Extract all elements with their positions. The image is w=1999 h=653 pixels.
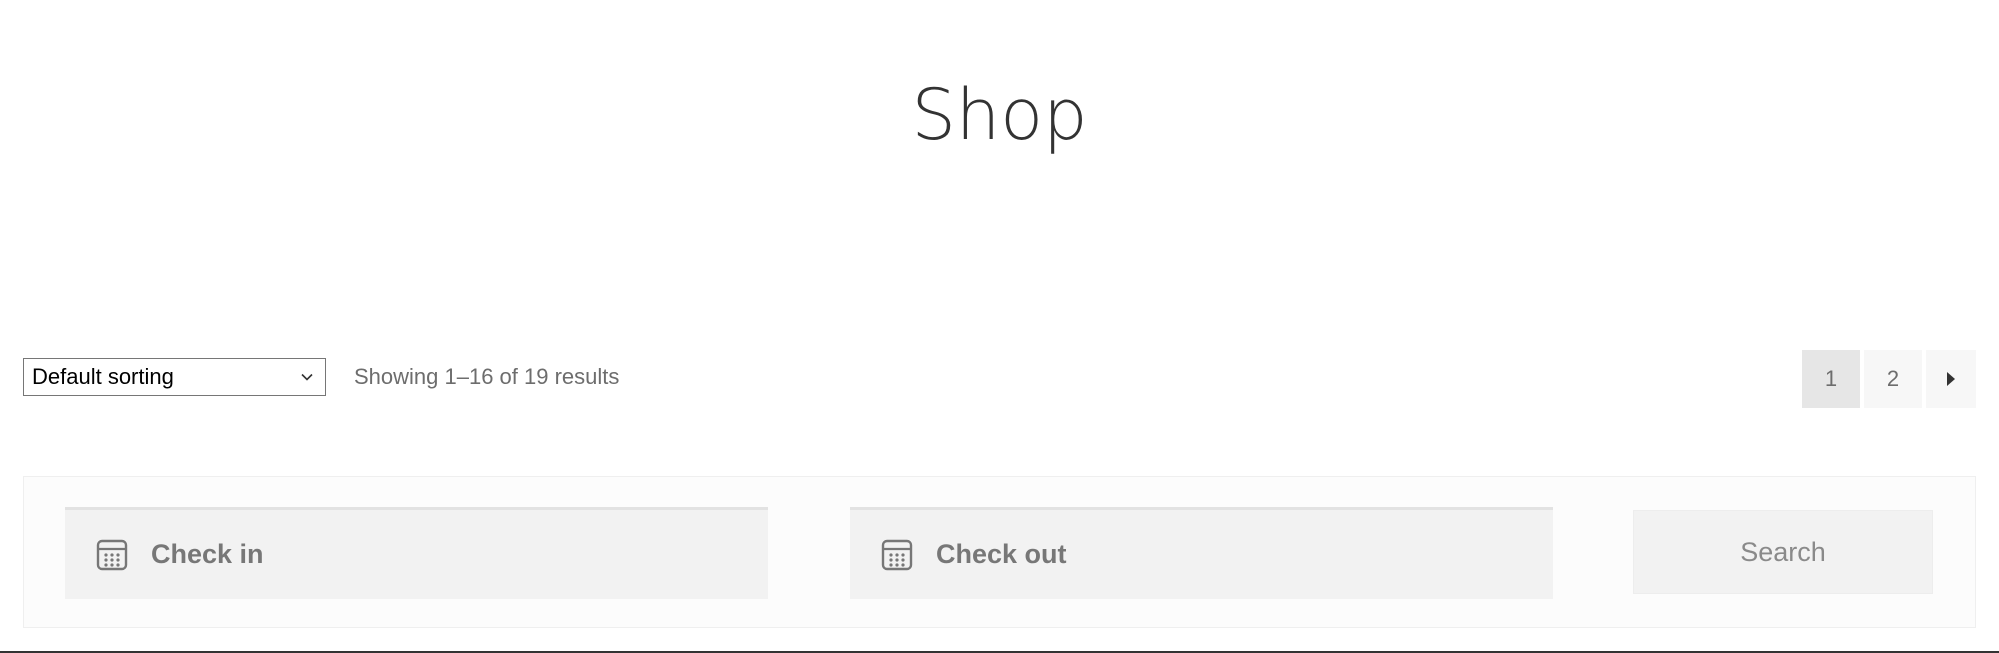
shop-page: Shop Default sorting Showing 1–16 of 19 …: [0, 0, 1999, 653]
check-out-field[interactable]: Check out: [850, 507, 1553, 599]
page-title: Shop: [911, 74, 1088, 156]
next-page-button[interactable]: [1926, 350, 1976, 408]
chevron-down-icon: [301, 373, 313, 381]
triangle-right-icon: [1947, 372, 1955, 386]
result-count: Showing 1–16 of 19 results: [354, 364, 620, 389]
check-in-field[interactable]: Check in: [65, 507, 768, 599]
booking-search-panel: Check in Check out Search: [23, 476, 1976, 628]
sort-select[interactable]: Default sorting: [23, 358, 326, 396]
page-1-button[interactable]: 1: [1802, 350, 1860, 408]
page-2-button[interactable]: 2: [1864, 350, 1922, 408]
pagination: 1 2: [1802, 350, 1976, 408]
calendar-icon: [881, 539, 913, 570]
check-in-label: Check in: [151, 539, 264, 569]
sort-selected-value: Default sorting: [32, 364, 174, 389]
calendar-icon: [96, 539, 128, 570]
search-button[interactable]: Search: [1633, 510, 1933, 594]
shop-toolbar: Default sorting Showing 1–16 of 19 resul…: [23, 350, 1976, 410]
check-out-label: Check out: [936, 539, 1067, 569]
